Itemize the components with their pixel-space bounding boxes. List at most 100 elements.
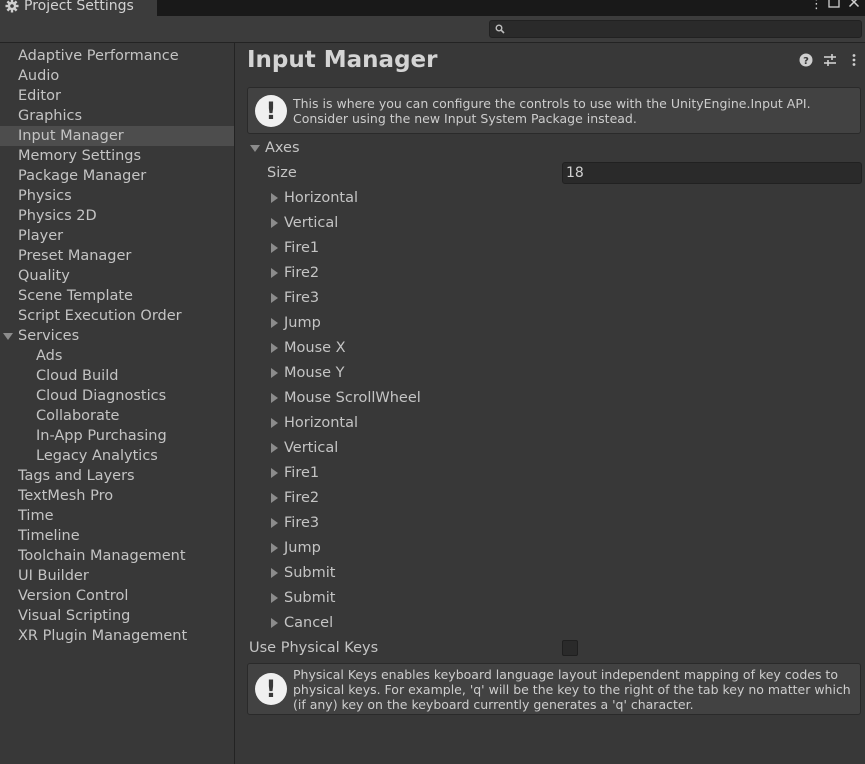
axis-foldout-icon[interactable] xyxy=(271,543,278,553)
axis-item[interactable]: Jump xyxy=(284,312,321,334)
axis-item[interactable]: Jump xyxy=(284,537,321,559)
sidebar-item-collaborate[interactable]: Collaborate xyxy=(36,406,119,426)
axis-item[interactable]: Fire1 xyxy=(284,237,319,259)
axis-item[interactable]: Cancel xyxy=(284,612,333,634)
axes-foldout-icon[interactable] xyxy=(250,145,260,152)
sidebar-item-memory-settings[interactable]: Memory Settings xyxy=(18,146,141,166)
page-title: Input Manager xyxy=(247,47,438,73)
project-settings-tab[interactable]: Project Settings xyxy=(0,0,157,16)
axis-item[interactable]: Horizontal xyxy=(284,412,358,434)
axis-item[interactable]: Mouse Y xyxy=(284,362,345,384)
axis-item[interactable]: Submit xyxy=(284,587,335,609)
sidebar-item-physics[interactable]: Physics xyxy=(18,186,72,206)
axis-foldout-icon[interactable] xyxy=(271,443,278,453)
help-text-line: (if any) key on the keyboard currently g… xyxy=(293,697,694,712)
axis-foldout-icon[interactable] xyxy=(271,493,278,503)
sidebar-item-in-app-purchasing[interactable]: In-App Purchasing xyxy=(36,426,167,446)
axis-foldout-icon[interactable] xyxy=(271,343,278,353)
sidebar-item-xr-plugin-management[interactable]: XR Plugin Management xyxy=(18,626,187,646)
use-physical-keys-checkbox[interactable] xyxy=(562,640,578,656)
sidebar-item-physics-2d[interactable]: Physics 2D xyxy=(18,206,97,226)
axis-foldout-icon[interactable] xyxy=(271,393,278,403)
sidebar-item-cloud-build[interactable]: Cloud Build xyxy=(36,366,118,386)
sidebar-item-player[interactable]: Player xyxy=(18,226,63,246)
more-options-icon[interactable] xyxy=(847,53,861,67)
sidebar-item-textmesh-pro[interactable]: TextMesh Pro xyxy=(18,486,113,506)
axis-foldout-icon[interactable] xyxy=(271,193,278,203)
axis-foldout-icon[interactable] xyxy=(271,268,278,278)
axis-item[interactable]: Fire2 xyxy=(284,262,319,284)
help-icon[interactable]: ? xyxy=(799,53,813,67)
svg-text:?: ? xyxy=(803,56,809,67)
sidebar-item-ads[interactable]: Ads xyxy=(36,346,62,366)
help-text-line: Physical Keys enables keyboard language … xyxy=(293,667,838,682)
warning-icon: ! xyxy=(255,673,287,705)
sidebar-item-services[interactable]: Services xyxy=(18,326,79,346)
physical-keys-help-box: ! Physical Keys enables keyboard languag… xyxy=(247,663,861,715)
axis-foldout-icon[interactable] xyxy=(271,468,278,478)
sidebar-item-time[interactable]: Time xyxy=(18,506,54,526)
axis-foldout-icon[interactable] xyxy=(271,293,278,303)
sidebar-item-preset-manager[interactable]: Preset Manager xyxy=(18,246,131,266)
axis-item[interactable]: Horizontal xyxy=(284,187,358,209)
sidebar-item-audio[interactable]: Audio xyxy=(18,66,59,86)
axis-foldout-icon[interactable] xyxy=(271,368,278,378)
gear-icon xyxy=(5,0,19,13)
axis-foldout-icon[interactable] xyxy=(271,418,278,428)
tab-title: Project Settings xyxy=(24,0,134,14)
toolbar xyxy=(0,16,865,43)
size-label: Size xyxy=(267,165,297,181)
services-foldout-icon[interactable] xyxy=(3,333,13,340)
axis-foldout-icon[interactable] xyxy=(271,318,278,328)
sidebar-item-version-control[interactable]: Version Control xyxy=(18,586,128,606)
search-icon xyxy=(495,24,505,34)
search-field[interactable] xyxy=(489,20,862,38)
help-text-line: This is where you can configure the cont… xyxy=(293,96,811,111)
preset-sliders-icon[interactable] xyxy=(823,53,837,67)
axis-foldout-icon[interactable] xyxy=(271,568,278,578)
settings-sidebar: Adaptive Performance Audio Editor Graphi… xyxy=(0,43,235,764)
sidebar-item-quality[interactable]: Quality xyxy=(18,266,70,286)
axis-item[interactable]: Mouse X xyxy=(284,337,346,359)
sidebar-item-legacy-analytics[interactable]: Legacy Analytics xyxy=(36,446,158,466)
axis-foldout-icon[interactable] xyxy=(271,218,278,228)
sidebar-item-scene-template[interactable]: Scene Template xyxy=(18,286,133,306)
sidebar-item-tags-and-layers[interactable]: Tags and Layers xyxy=(18,466,135,486)
axis-foldout-icon[interactable] xyxy=(271,618,278,628)
axis-foldout-icon[interactable] xyxy=(271,243,278,253)
axes-label[interactable]: Axes xyxy=(265,137,300,159)
sidebar-item-visual-scripting[interactable]: Visual Scripting xyxy=(18,606,130,626)
sidebar-item-label: Input Manager xyxy=(18,128,124,144)
axis-item[interactable]: Fire2 xyxy=(284,487,319,509)
sidebar-item-package-manager[interactable]: Package Manager xyxy=(18,166,146,186)
sidebar-item-input-manager[interactable]: Input Manager xyxy=(0,126,234,146)
axis-foldout-icon[interactable] xyxy=(271,518,278,528)
help-text-line: Consider using the new Input System Pack… xyxy=(293,111,637,126)
axis-item[interactable]: Fire1 xyxy=(284,462,319,484)
sidebar-item-script-execution-order[interactable]: Script Execution Order xyxy=(18,306,182,326)
size-input[interactable]: 18 xyxy=(562,162,862,184)
window-tab-strip: Project Settings ⋮ xyxy=(0,0,865,16)
axis-item[interactable]: Submit xyxy=(284,562,335,584)
input-api-help-box: ! This is where you can configure the co… xyxy=(247,87,861,134)
axis-item[interactable]: Vertical xyxy=(284,212,338,234)
use-physical-keys-label: Use Physical Keys xyxy=(249,640,379,656)
sidebar-item-toolchain-management[interactable]: Toolchain Management xyxy=(18,546,186,566)
axis-foldout-icon[interactable] xyxy=(271,593,278,603)
sidebar-item-editor[interactable]: Editor xyxy=(18,86,61,106)
close-icon[interactable] xyxy=(848,0,860,13)
warning-icon: ! xyxy=(255,95,287,127)
sidebar-item-graphics[interactable]: Graphics xyxy=(18,106,82,126)
axis-item[interactable]: Fire3 xyxy=(284,287,319,309)
help-text-line: physical keys. For example, 'q' will be … xyxy=(293,682,851,697)
axis-item[interactable]: Fire3 xyxy=(284,512,319,534)
tab-menu-icon[interactable]: ⋮ xyxy=(810,0,823,13)
settings-panel: Input Manager ? ! This is where you can … xyxy=(235,43,865,764)
sidebar-item-timeline[interactable]: Timeline xyxy=(18,526,80,546)
maximize-icon[interactable] xyxy=(828,0,840,13)
sidebar-item-ui-builder[interactable]: UI Builder xyxy=(18,566,89,586)
axis-item[interactable]: Mouse ScrollWheel xyxy=(284,387,421,409)
sidebar-item-adaptive-performance[interactable]: Adaptive Performance xyxy=(18,46,179,66)
sidebar-item-cloud-diagnostics[interactable]: Cloud Diagnostics xyxy=(36,386,166,406)
axis-item[interactable]: Vertical xyxy=(284,437,338,459)
